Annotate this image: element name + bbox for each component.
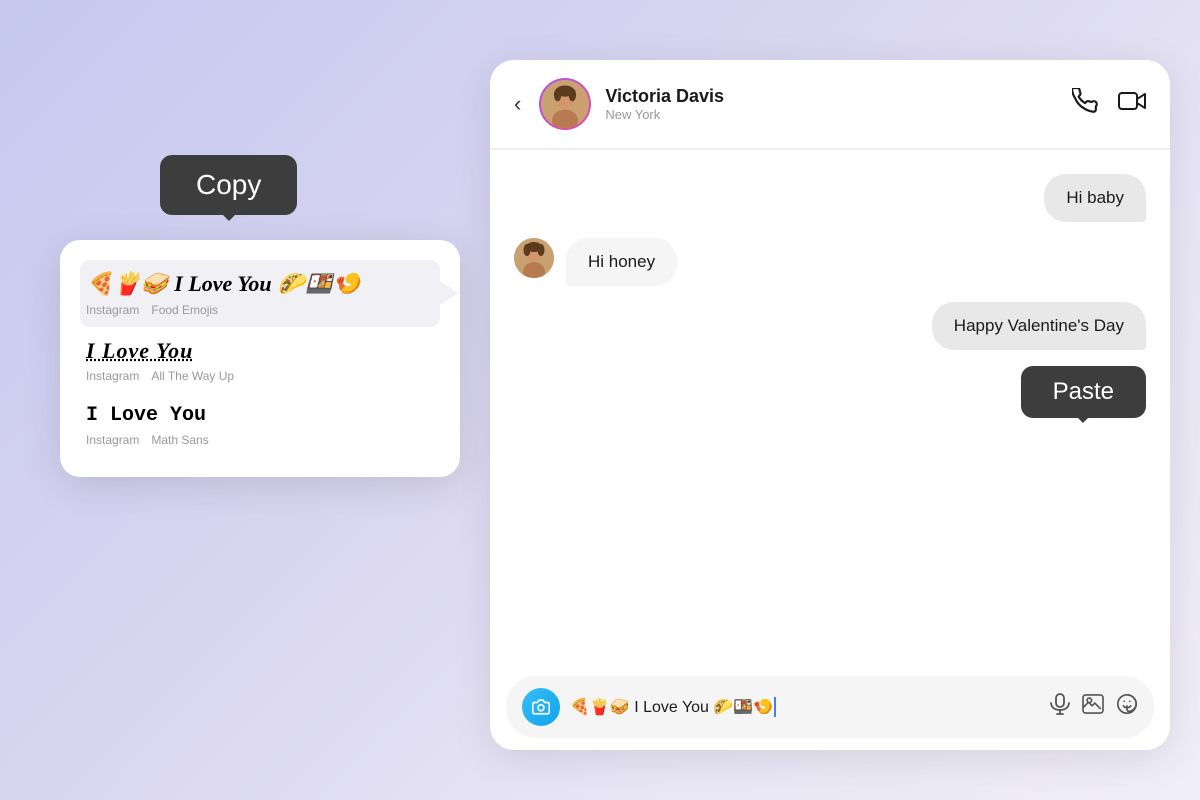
chat-header: ‹ Victoria Davis New York xyxy=(490,60,1170,149)
chat-input-bar: 🍕🍟🥪 I Love You 🌮🍱🍤 xyxy=(506,676,1154,738)
font-row-math-sans[interactable]: I Love You Instagram Math Sans xyxy=(80,393,440,457)
chat-action-buttons xyxy=(1072,88,1146,120)
mic-button[interactable] xyxy=(1050,693,1070,721)
font-tag-platform-3: Instagram xyxy=(86,433,139,447)
font-row-food-emoji[interactable]: 🍕🍟🥪 I Love You 🌮🍱🍤 Instagram Food Emojis xyxy=(80,260,440,327)
font-preview-math-sans: I Love You xyxy=(86,403,434,429)
chat-input-area: 🍕🍟🥪 I Love You 🌮🍱🍤 xyxy=(490,664,1170,750)
message-hi-honey-wrapper: Hi honey xyxy=(514,238,956,286)
font-style-panel: 🍕🍟🥪 I Love You 🌮🍱🍤 Instagram Food Emojis… xyxy=(60,240,460,477)
message-hi-honey: Hi honey xyxy=(566,238,677,286)
contact-avatar-ring xyxy=(539,78,591,130)
font-tag-platform-2: Instagram xyxy=(86,369,139,383)
contact-info: Victoria Davis New York xyxy=(605,86,1058,122)
camera-icon xyxy=(532,698,550,716)
font-tags-all-the-way: Instagram All The Way Up xyxy=(86,369,434,383)
font-tag-style-2: All The Way Up xyxy=(151,369,234,383)
received-avatar xyxy=(514,238,554,278)
paste-tooltip-wrapper: Paste xyxy=(1021,366,1146,418)
input-action-icons xyxy=(1050,693,1138,721)
paste-tooltip[interactable]: Paste xyxy=(1021,366,1146,418)
camera-button[interactable] xyxy=(522,688,560,726)
row-arrow xyxy=(440,281,458,305)
font-tags-math-sans: Instagram Math Sans xyxy=(86,433,434,447)
image-icon xyxy=(1082,694,1104,714)
message-valentines: Happy Valentine's Day xyxy=(932,302,1146,350)
input-text-content: 🍕🍟🥪 I Love You 🌮🍱🍤 xyxy=(570,697,773,717)
font-tag-platform-1: Instagram xyxy=(86,303,139,317)
copy-tooltip[interactable]: Copy xyxy=(160,155,297,215)
back-button[interactable]: ‹ xyxy=(514,91,521,117)
message-hi-baby: Hi baby xyxy=(1044,174,1146,222)
sticker-icon xyxy=(1116,693,1138,715)
font-tag-style-3: Math Sans xyxy=(151,433,208,447)
text-cursor xyxy=(774,697,776,717)
font-tags-food-emoji: Instagram Food Emojis xyxy=(86,303,434,317)
contact-avatar xyxy=(541,80,589,128)
avatar-svg xyxy=(541,80,589,128)
received-avatar-svg xyxy=(514,238,554,278)
image-button[interactable] xyxy=(1082,694,1104,720)
font-preview-all-the-way: I Love You xyxy=(86,337,434,366)
chat-panel: ‹ Victoria Davis New York xyxy=(490,60,1170,750)
chat-messages: Hi baby Hi honey Happy Valentine's Day P… xyxy=(490,150,1170,664)
video-call-button[interactable] xyxy=(1118,88,1146,120)
sticker-button[interactable] xyxy=(1116,693,1138,721)
font-preview-food-emoji: 🍕🍟🥪 I Love You 🌮🍱🍤 xyxy=(86,270,434,299)
font-row-all-the-way[interactable]: I Love You Instagram All The Way Up xyxy=(80,327,440,394)
contact-location: New York xyxy=(605,107,1058,122)
phone-call-button[interactable] xyxy=(1072,88,1098,120)
font-tag-style-1: Food Emojis xyxy=(151,303,218,317)
contact-name: Victoria Davis xyxy=(605,86,1058,107)
message-input[interactable]: 🍕🍟🥪 I Love You 🌮🍱🍤 xyxy=(570,697,1040,717)
mic-icon xyxy=(1050,693,1070,715)
